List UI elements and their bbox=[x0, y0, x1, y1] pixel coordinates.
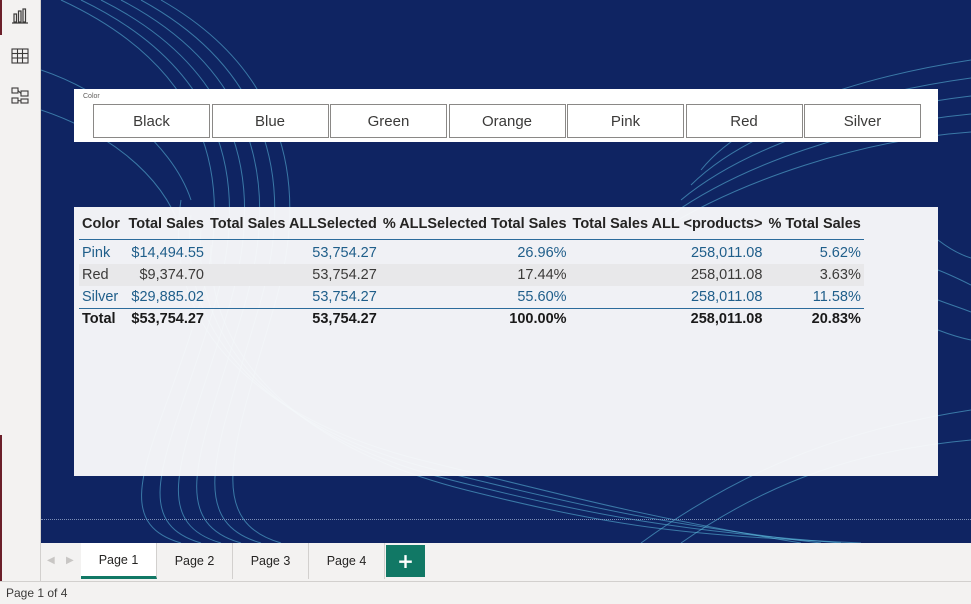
rail-edge-marker bbox=[0, 435, 2, 581]
slicer-option-silver[interactable]: Silver bbox=[804, 104, 921, 138]
scroll-left-icon[interactable]: ◀ bbox=[47, 555, 55, 566]
status-bar: Page 1 of 4 bbox=[0, 581, 971, 604]
table-row[interactable]: Pink $14,494.55 53,754.27 26.96% 258,011… bbox=[79, 242, 864, 264]
table-view-icon[interactable] bbox=[10, 46, 30, 66]
slicer-options: Black Blue Green Orange Pink Red Silver bbox=[93, 104, 923, 138]
cell-pct-total-sales: 11.58% bbox=[812, 288, 861, 305]
tab-page-2[interactable]: Page 2 bbox=[157, 543, 233, 579]
sales-table: Color Total Sales Total Sales ALLSelecte… bbox=[79, 210, 864, 330]
cell-pct-allselected: 17.44% bbox=[379, 264, 570, 286]
page-count-status: Page 1 of 4 bbox=[6, 586, 68, 600]
total-total-sales-all: 258,011.08 bbox=[569, 307, 766, 330]
model-view-icon[interactable] bbox=[10, 86, 30, 106]
total-total-sales-allselected: 53,754.27 bbox=[207, 307, 380, 330]
cell-color: Silver bbox=[82, 288, 119, 305]
table-row[interactable]: Silver $29,885.02 53,754.27 55.60% 258,0… bbox=[79, 286, 864, 308]
table-row[interactable]: Red $9,374.70 53,754.27 17.44% 258,011.0… bbox=[79, 264, 864, 286]
cell-total-sales: $29,885.02 bbox=[131, 288, 204, 305]
header-total-sales-all-products[interactable]: Total Sales ALL <products> bbox=[569, 210, 766, 240]
table-header-row: Color Total Sales Total Sales ALLSelecte… bbox=[79, 210, 864, 240]
report-canvas: Color Black Blue Green Orange Pink Red S… bbox=[41, 0, 971, 543]
slicer-option-blue[interactable]: Blue bbox=[211, 104, 329, 138]
total-pct-allselected: 100.00% bbox=[379, 307, 570, 330]
color-slicer: Color Black Blue Green Orange Pink Red S… bbox=[74, 89, 938, 142]
total-total-sales: $53,754.27 bbox=[124, 307, 207, 330]
cell-color: Pink bbox=[82, 245, 111, 261]
cell-total-sales-allselected: 53,754.27 bbox=[312, 245, 377, 261]
slicer-option-orange[interactable]: Orange bbox=[448, 104, 566, 138]
tab-page-3[interactable]: Page 3 bbox=[233, 543, 309, 579]
page-tab-bar: ◀ ▶ Page 1 Page 2 Page 3 Page 4 + bbox=[41, 543, 971, 581]
sales-table-visual[interactable]: Color Total Sales Total Sales ALLSelecte… bbox=[74, 207, 938, 476]
total-pct-total-sales: 20.83% bbox=[765, 307, 864, 330]
report-view-icon[interactable] bbox=[10, 6, 30, 26]
cell-total-sales-allselected: 53,754.27 bbox=[207, 264, 380, 286]
tab-page-4[interactable]: Page 4 bbox=[309, 543, 385, 579]
cell-pct-total-sales: 3.63% bbox=[765, 264, 864, 286]
cell-total-sales: $9,374.70 bbox=[124, 264, 207, 286]
cell-total-sales-all: 258,011.08 bbox=[690, 288, 763, 305]
header-total-sales-allselected[interactable]: Total Sales ALLSelected bbox=[207, 210, 380, 240]
tab-page-1[interactable]: Page 1 bbox=[81, 543, 157, 579]
header-color[interactable]: Color bbox=[79, 210, 124, 240]
cell-total-sales: $14,494.55 bbox=[131, 245, 204, 261]
slicer-option-black[interactable]: Black bbox=[93, 104, 210, 138]
header-pct-total-sales[interactable]: % Total Sales bbox=[765, 210, 864, 240]
scroll-right-icon[interactable]: ▶ bbox=[66, 555, 74, 566]
view-rail bbox=[0, 0, 41, 581]
active-view-marker bbox=[0, 0, 2, 35]
header-total-sales[interactable]: Total Sales bbox=[124, 210, 207, 240]
header-pct-allselected-total-sales[interactable]: % ALLSelected Total Sales bbox=[379, 210, 570, 240]
table-total-row: Total $53,754.27 53,754.27 100.00% 258,0… bbox=[79, 307, 864, 330]
cell-color: Red bbox=[79, 264, 124, 286]
add-page-button[interactable]: + bbox=[386, 545, 425, 577]
cell-total-sales-all: 258,011.08 bbox=[690, 245, 763, 261]
slicer-title: Color bbox=[83, 93, 100, 100]
slicer-option-pink[interactable]: Pink bbox=[567, 104, 684, 138]
cell-pct-allselected: 26.96% bbox=[517, 245, 567, 261]
total-label: Total bbox=[79, 307, 124, 330]
slicer-option-red[interactable]: Red bbox=[685, 104, 803, 138]
cell-pct-allselected: 55.60% bbox=[517, 288, 567, 305]
cell-pct-total-sales: 5.62% bbox=[819, 245, 861, 261]
slicer-option-green[interactable]: Green bbox=[330, 104, 447, 138]
cell-total-sales-all: 258,011.08 bbox=[569, 264, 766, 286]
page-boundary-line bbox=[41, 519, 971, 520]
cell-total-sales-allselected: 53,754.27 bbox=[312, 288, 377, 305]
